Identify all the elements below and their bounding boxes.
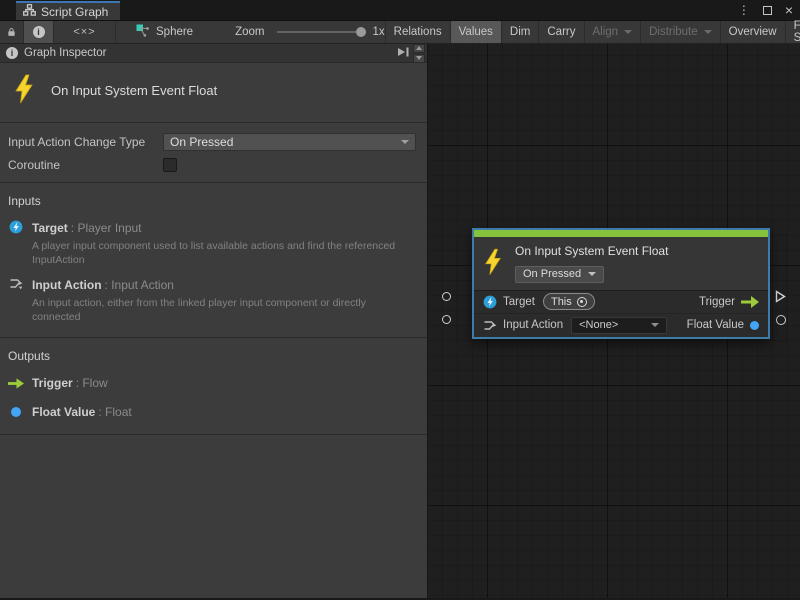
coroutine-checkbox[interactable] [163,158,177,172]
input-action-icon [483,319,497,332]
window-menu-icon[interactable]: ⋮ [738,4,750,16]
zoom-label: Zoom [235,26,264,38]
title-bar: Script Graph ⋮ × [0,0,800,20]
toolbar-button-values[interactable]: Values [451,21,502,43]
node-row-target-trigger: Target This Trigger [474,291,768,314]
info-icon: i [33,26,45,38]
node-input-port-input-action[interactable] [442,315,451,324]
inspector-fields: Input Action Change Type On Pressed Coro… [0,123,427,183]
chevron-down-icon [401,140,409,144]
dock-panel-icon[interactable] [396,46,410,61]
outputs-header: Outputs [8,349,415,363]
graph-inspector-panel: i Graph Inspector On Input System Event [0,44,428,598]
flow-arrow-icon [8,377,24,389]
graph-canvas[interactable]: On Input System Event Float On Pressed T… [428,44,800,598]
tab-title: Script Graph [41,5,108,19]
lock-icon[interactable] [0,21,24,43]
node-title: On Input System Event Float [515,244,668,258]
graph-inspector-title: Graph Inspector [24,47,106,59]
node-float-value-label: Float Value [687,319,744,331]
window-controls: ⋮ × [738,0,793,20]
input-action-dropdown[interactable]: <None> [571,317,667,334]
inspector-scrollbar [413,44,425,63]
zoom-slider[interactable] [277,31,363,33]
event-node-color-bar [474,230,768,237]
object-picker-icon [577,297,587,307]
toolbar-button-align: Align [585,21,642,43]
toolbar-button-relations[interactable]: Relations [386,21,451,43]
inputs-section: Inputs Target: Player Input A player inp… [0,183,427,338]
inspector-toggle-button[interactable]: i [24,21,54,43]
script-graph-tab-icon [23,4,36,19]
script-graph-window: Script Graph ⋮ × i <×> [0,0,800,600]
graph-inspector-header: i Graph Inspector [0,44,427,63]
on-input-system-event-float-node[interactable]: On Input System Event Float On Pressed T… [472,228,770,339]
toolbar-button-dim[interactable]: Dim [502,21,539,43]
inspector-empty-area [0,435,427,598]
change-type-label: Input Action Change Type [8,135,163,149]
lightning-bolt-icon [483,242,504,283]
tab-script-graph[interactable]: Script Graph [16,1,120,20]
zoom-slider-thumb[interactable] [356,27,366,37]
input-action-icon [8,276,24,290]
toolbar-button-overview[interactable]: Overview [721,21,786,43]
lightning-bolt-icon [13,74,35,107]
coroutine-label: Coroutine [8,158,163,172]
toolbar-left-group: i <×> [0,21,116,43]
output-port-float-value: Float Value: Float [8,403,415,421]
player-input-icon [8,219,24,234]
player-input-icon [483,295,497,309]
target-this-chip[interactable]: This [543,293,595,310]
node-row-input-action-float: Input Action <None> Float Value [474,314,768,337]
zoom-control: Zoom 1x [235,21,385,43]
chevron-down-icon [704,30,712,34]
node-target-label: Target [503,296,535,308]
zoom-value: 1x [373,26,385,38]
nested-graph-icon [136,24,150,41]
close-icon[interactable]: × [785,3,793,17]
change-type-dropdown[interactable]: On Pressed [163,133,416,151]
outputs-section: Outputs Trigger: Flow Float Value: Float [0,338,427,435]
float-value-dot-icon [750,321,759,330]
inputs-header: Inputs [8,194,415,208]
scroll-down-icon[interactable] [413,54,425,63]
chevron-down-icon [588,272,596,276]
node-mode-dropdown[interactable]: On Pressed [515,266,604,283]
input-port-target: Target: Player Input A player input comp… [8,219,415,267]
flow-arrow-icon [741,296,759,308]
toolbar-button-fullscreen[interactable]: Full Screen [786,21,800,43]
maximize-icon[interactable] [763,6,772,15]
graph-owner[interactable]: Sphere [136,21,193,43]
code-view-icon[interactable]: <×> [54,21,116,43]
node-input-port-target[interactable] [442,292,451,301]
node-header: On Input System Event Float On Pressed [474,237,768,291]
toolbar-button-carry[interactable]: Carry [539,21,584,43]
node-output-port-trigger[interactable] [775,290,786,303]
input-port-input-action: Input Action: Input Action An input acti… [8,276,415,324]
chevron-down-icon [624,30,632,34]
info-icon: i [6,47,18,59]
scroll-up-icon[interactable] [413,44,425,53]
graph-owner-label: Sphere [156,26,193,38]
output-port-trigger: Trigger: Flow [8,374,415,392]
node-output-port-float-value[interactable] [776,315,786,325]
graph-toolbar: i <×> Sphere Zoom 1x Relations Values Di… [0,20,800,44]
float-value-dot-icon [8,406,24,417]
node-input-action-label: Input Action [503,319,563,331]
node-trigger-label: Trigger [699,296,735,308]
inspected-node-title: On Input System Event Float [51,83,217,98]
toolbar-button-distribute: Distribute [641,21,721,43]
chevron-down-icon [651,323,659,327]
inspected-node-header: On Input System Event Float [0,63,427,123]
